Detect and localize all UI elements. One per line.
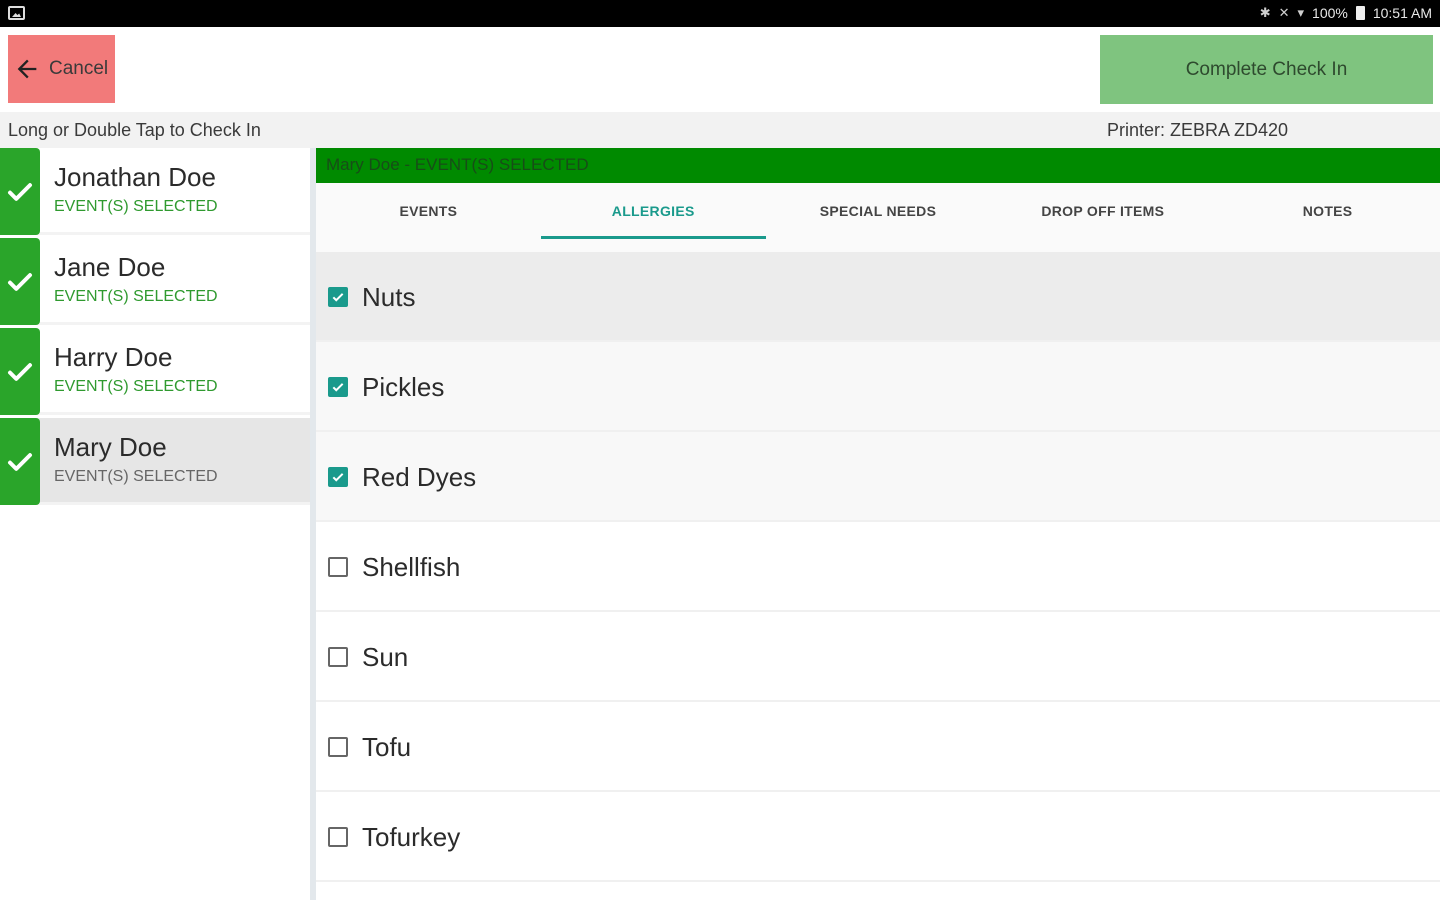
allergy-label: Sun <box>362 642 409 672</box>
checkbox[interactable] <box>328 377 348 397</box>
allergy-item-nuts[interactable]: Nuts <box>316 252 1440 342</box>
person-item-mary-doe[interactable]: Mary Doe EVENT(S) SELECTED <box>0 418 310 505</box>
complete-check-in-button[interactable]: Complete Check In <box>1100 35 1433 104</box>
info-bar: Long or Double Tap to Check In Printer: … <box>0 112 1440 148</box>
checkmark-icon <box>8 452 32 471</box>
tab-events[interactable]: EVENTS <box>316 183 541 239</box>
check-in-hint: Long or Double Tap to Check In <box>8 120 261 140</box>
allergy-item-pickles[interactable]: Pickles <box>316 342 1440 432</box>
battery-icon <box>1355 6 1365 20</box>
person-item-harry-doe[interactable]: Harry Doe EVENT(S) SELECTED <box>0 328 310 415</box>
checkmark-icon <box>8 182 32 201</box>
person-status: EVENT(S) SELECTED <box>54 468 218 485</box>
allergy-label: Nuts <box>362 282 416 312</box>
bluetooth-icon: ✱ <box>1259 5 1271 20</box>
checkbox[interactable] <box>328 827 348 847</box>
checkmark-icon <box>8 362 32 381</box>
person-name: Jane Doe <box>54 252 166 282</box>
person-item-jane-doe[interactable]: Jane Doe EVENT(S) SELECTED <box>0 238 310 325</box>
allergy-label: Tofu <box>362 732 412 762</box>
tab-notes[interactable]: NOTES <box>1215 183 1440 239</box>
allergy-label: Red Dyes <box>362 462 477 492</box>
tab-special-needs[interactable]: SPECIAL NEEDS <box>766 183 991 239</box>
tab-spacer <box>316 239 1440 252</box>
person-item-jonathan-doe[interactable]: Jonathan Doe EVENT(S) SELECTED <box>0 148 310 235</box>
checkbox[interactable] <box>328 467 348 487</box>
tab-bar: EVENTS ALLERGIES SPECIAL NEEDS DROP OFF … <box>316 183 1440 239</box>
allergy-item-sun[interactable]: Sun <box>316 612 1440 702</box>
clock: 10:51 AM <box>1372 5 1432 21</box>
person-name: Jonathan Doe <box>54 162 216 192</box>
person-name: Mary Doe <box>54 432 167 462</box>
person-name: Harry Doe <box>54 342 173 372</box>
checkbox[interactable] <box>328 557 348 577</box>
checkbox-check-icon <box>332 383 344 392</box>
allergy-label: Shellfish <box>362 552 461 582</box>
allergy-label: Pickles <box>362 372 445 402</box>
allergy-item-tofu[interactable]: Tofu <box>316 702 1440 792</box>
person-status: EVENT(S) SELECTED <box>54 288 218 305</box>
tab-allergies[interactable]: ALLERGIES <box>540 183 766 239</box>
gallery-notification-icon <box>8 6 25 20</box>
cancel-button[interactable]: Cancel <box>8 35 115 103</box>
checkbox[interactable] <box>328 287 348 307</box>
checkbox-check-icon <box>332 473 344 482</box>
checkbox-check-icon <box>332 293 344 302</box>
people-list: Jonathan Doe EVENT(S) SELECTED Jane Doe … <box>0 148 310 900</box>
selected-person-title: Mary Doe - EVENT(S) SELECTED <box>326 155 589 174</box>
top-toolbar: Cancel Complete Check In <box>0 27 1440 112</box>
wifi-icon: ▾ <box>1297 5 1305 20</box>
allergy-item-tofurkey[interactable]: Tofurkey <box>316 792 1440 882</box>
checkbox[interactable] <box>328 737 348 757</box>
cancel-label: Cancel <box>49 58 109 79</box>
checked-in-indicator <box>0 238 40 325</box>
checkmark-icon <box>8 272 32 291</box>
selected-person-header: Mary Doe - EVENT(S) SELECTED <box>316 148 1440 183</box>
mute-icon: ✕ <box>1278 5 1290 20</box>
person-status: EVENT(S) SELECTED <box>54 378 218 395</box>
checked-in-indicator <box>0 148 40 235</box>
allergy-item-red-dyes[interactable]: Red Dyes <box>316 432 1440 522</box>
person-status: EVENT(S) SELECTED <box>54 198 218 215</box>
allergy-item-shellfish[interactable]: Shellfish <box>316 522 1440 612</box>
status-bar: ✱ ✕ ▾ 100% 10:51 AM <box>0 0 1440 27</box>
main-panel: Mary Doe - EVENT(S) SELECTED EVENTS ALLE… <box>316 148 1440 900</box>
arrow-back-icon <box>17 59 37 79</box>
checked-in-indicator <box>0 328 40 415</box>
tab-drop-off-items[interactable]: DROP OFF ITEMS <box>990 183 1215 239</box>
allergy-list: Nuts Pickles Red Dyes Shellfish Sun Tofu <box>316 252 1440 882</box>
status-indicators: ✱ ✕ ▾ 100% 10:51 AM <box>1260 5 1432 21</box>
allergy-label: Tofurkey <box>362 822 461 852</box>
checked-in-indicator <box>0 418 40 505</box>
printer-label: Printer: ZEBRA ZD420 <box>1107 120 1289 140</box>
battery-percent: 100% <box>1312 5 1348 21</box>
checkbox[interactable] <box>328 647 348 667</box>
